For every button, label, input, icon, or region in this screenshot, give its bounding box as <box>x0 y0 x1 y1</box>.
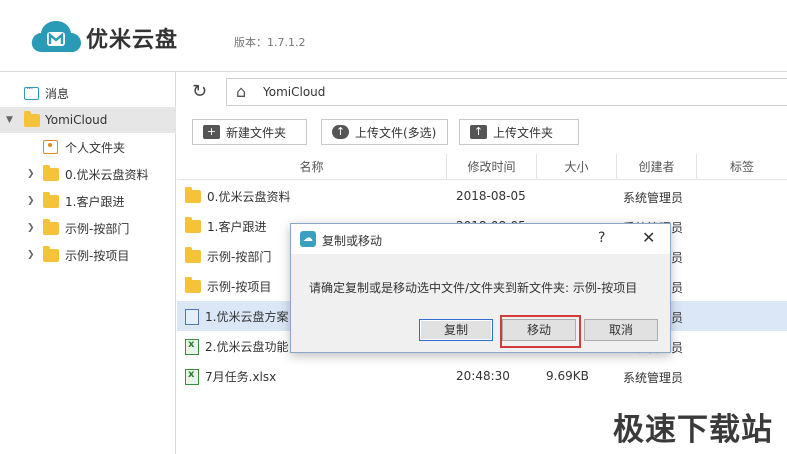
file-name: 示例-按部门 <box>207 250 272 264</box>
app-header: 优米云盘 版本：1.7.1.2 <box>0 0 787 72</box>
folder-icon <box>185 217 201 233</box>
file-name: 0.优米云盘资料 <box>207 190 291 204</box>
file-size: 9.69KB <box>546 369 589 383</box>
sidebar-item-folder[interactable]: ❯ 示例-按项目 <box>0 242 176 268</box>
sidebar-item-label: 消息 <box>45 86 70 101</box>
address-bar[interactable]: ⌂ YomiCloud <box>226 78 787 106</box>
file-table-header: 名称 修改时间 大小 创建者 标签 <box>177 154 787 180</box>
cancel-button[interactable]: 取消 <box>584 319 658 341</box>
upload-cloud-icon: ↑ <box>332 125 349 139</box>
copy-button[interactable]: 复制 <box>419 319 493 341</box>
file-name: 1.优米云盘方案 <box>205 310 289 324</box>
column-header-modified[interactable]: 修改时间 <box>447 154 537 180</box>
new-folder-button[interactable]: + 新建文件夹 <box>192 119 307 145</box>
folder-tree: 消息 ▼ YomiCloud 个人文件夹 ❯ 0.优米云盘资料 ❯ 1.客户跟进… <box>0 72 176 454</box>
table-row[interactable]: 0.优米云盘资料 2018-08-05 系统管理员 <box>177 181 787 211</box>
column-header-size[interactable]: 大小 <box>537 154 617 180</box>
folder-icon <box>43 245 59 262</box>
file-name: 1.客户跟进 <box>207 220 267 234</box>
file-name: 示例-按项目 <box>207 280 272 294</box>
yomicloud-logo-icon <box>31 21 82 52</box>
spreadsheet-file-icon <box>185 368 199 385</box>
spreadsheet-file-icon <box>185 338 199 355</box>
sidebar-item-label: 示例-按项目 <box>65 248 130 263</box>
file-creator: 系统管理员 <box>623 371 684 385</box>
collapse-arrow-icon[interactable]: ❯ <box>27 223 35 233</box>
close-button[interactable]: ✕ <box>642 228 655 247</box>
folder-icon <box>43 164 59 181</box>
dialog-title: 复制或移动 <box>322 234 383 248</box>
sidebar-item-label: 个人文件夹 <box>65 140 126 155</box>
dialog-titlebar[interactable]: ☁ 复制或移动 ? ✕ <box>291 224 670 254</box>
file-creator: 系统管理员 <box>623 191 684 205</box>
new-folder-icon: + <box>203 125 220 139</box>
dialog-body: 请确定复制或是移动选中文件/文件夹到新文件夹: 示例-按项目 <box>291 254 670 322</box>
expand-arrow-icon[interactable]: ▼ <box>6 115 13 125</box>
new-folder-label: 新建文件夹 <box>226 125 287 140</box>
folder-icon <box>185 247 201 263</box>
move-button-highlight <box>500 315 581 348</box>
sidebar-item-personal[interactable]: 个人文件夹 <box>0 134 176 160</box>
help-button[interactable]: ? <box>598 230 605 246</box>
message-icon <box>24 84 39 100</box>
upload-files-label: 上传文件(多选) <box>355 125 437 140</box>
sidebar-item-messages[interactable]: 消息 <box>0 80 176 106</box>
collapse-arrow-icon[interactable]: ❯ <box>27 169 35 179</box>
file-modified: 2018-08-05 <box>456 189 526 203</box>
sidebar-item-label: 示例-按部门 <box>65 221 130 236</box>
home-icon[interactable]: ⌂ <box>236 84 246 100</box>
collapse-arrow-icon[interactable]: ❯ <box>27 196 35 206</box>
dialog-message: 请确定复制或是移动选中文件/文件夹到新文件夹: 示例-按项目 <box>309 281 638 295</box>
personal-folder-icon <box>43 140 58 154</box>
folder-icon <box>43 218 59 235</box>
refresh-icon[interactable]: ↻ <box>192 82 212 102</box>
upload-files-button[interactable]: ↑ 上传文件(多选) <box>321 119 448 145</box>
collapse-arrow-icon[interactable]: ❯ <box>27 250 35 260</box>
folder-icon <box>24 110 40 127</box>
folder-icon <box>185 277 201 293</box>
file-name: 7月任务.xlsx <box>205 370 277 384</box>
sidebar-item-label: 1.客户跟进 <box>65 194 125 209</box>
sidebar-item-root[interactable]: ▼ YomiCloud <box>0 107 176 133</box>
upload-folder-label: 上传文件夹 <box>493 125 554 140</box>
app-logo-icon: ☁ <box>300 231 316 247</box>
sidebar-item-label: 0.优米云盘资料 <box>65 167 149 182</box>
upload-folder-icon: ↑ <box>470 125 487 139</box>
folder-icon <box>43 191 59 208</box>
column-header-creator[interactable]: 创建者 <box>617 154 697 180</box>
app-version: 版本：1.7.1.2 <box>234 36 306 49</box>
sidebar-item-folder[interactable]: ❯ 0.优米云盘资料 <box>0 161 176 187</box>
document-file-icon <box>185 308 199 325</box>
folder-icon <box>185 187 201 203</box>
sidebar-item-label: YomiCloud <box>45 113 108 127</box>
current-path: YomiCloud <box>263 85 326 99</box>
column-header-name[interactable]: 名称 <box>177 154 447 180</box>
copy-move-dialog: ☁ 复制或移动 ? ✕ 请确定复制或是移动选中文件/文件夹到新文件夹: 示例-按… <box>290 223 671 353</box>
file-modified: 20:48:30 <box>456 369 510 383</box>
file-name: 2.优米云盘功能 <box>205 340 289 354</box>
table-row[interactable]: 7月任务.xlsx 20:48:30 9.69KB 系统管理员 <box>177 361 787 391</box>
sidebar-item-folder[interactable]: ❯ 1.客户跟进 <box>0 188 176 214</box>
sidebar-item-folder[interactable]: ❯ 示例-按部门 <box>0 215 176 241</box>
app-brand-name: 优米云盘 <box>86 28 179 53</box>
site-watermark: 极速下载站 <box>613 412 773 448</box>
column-header-tag[interactable]: 标签 <box>697 154 787 180</box>
upload-folder-button[interactable]: ↑ 上传文件夹 <box>459 119 579 145</box>
